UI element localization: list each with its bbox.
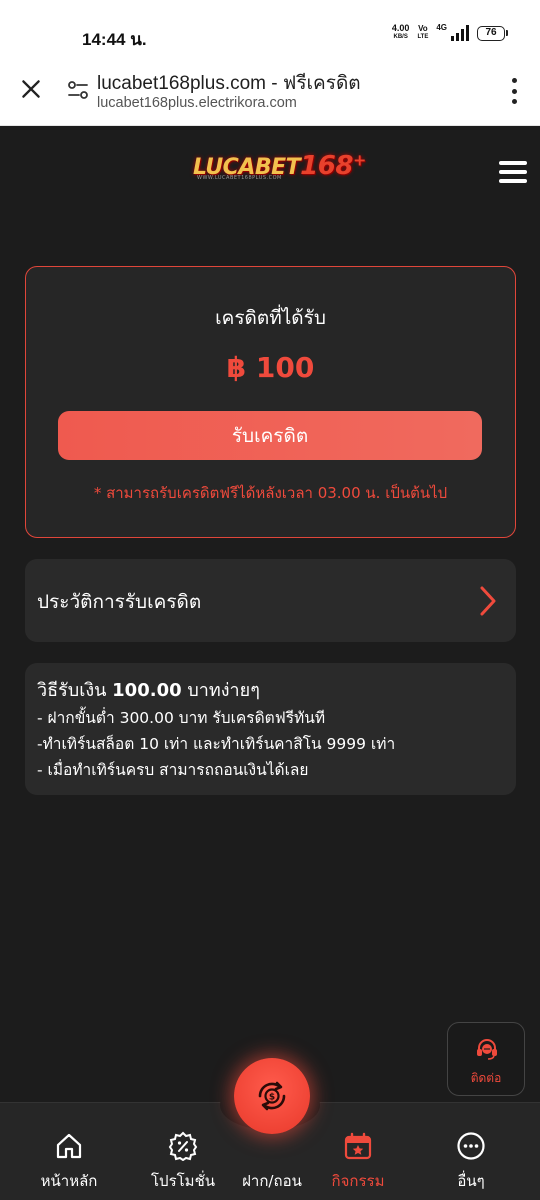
contact-label: ติดต่อ: [470, 1071, 502, 1085]
credit-history-label: ประวัติการรับเครดิต: [37, 591, 202, 613]
how-to-info: วิธีรับเงิน 100.00 บาทง่ายๆ - ฝากขั้นต่ำ…: [25, 663, 516, 795]
promotion-icon: [168, 1131, 198, 1161]
info-line: - เมื่อทำเทิร์นครบ สามารถถอนเงินได้เลย: [37, 761, 309, 779]
status-indicators: 4.00 KB/S Vo LTE 4G 76: [391, 22, 508, 42]
nav-more[interactable]: อื่นๆ: [421, 1103, 521, 1200]
home-icon: [56, 1133, 82, 1159]
deposit-withdraw-icon: $: [258, 1081, 286, 1111]
info-title: วิธีรับเงิน 100.00 บาทง่ายๆ: [37, 680, 260, 701]
page-url[interactable]: lucabet168plus.electrikora.com: [97, 95, 297, 111]
info-line: - ฝากขั้นต่ำ 300.00 บาท รับเครดิตฟรีทันท…: [37, 709, 326, 727]
nav-promotion[interactable]: โปรโมชั่น: [133, 1103, 233, 1200]
credit-note: * สามารถรับเครดิตฟรีได้หลังเวลา 03.00 น.…: [93, 484, 448, 502]
deposit-withdraw-button[interactable]: $: [234, 1058, 310, 1134]
network-type: 4G: [436, 22, 447, 32]
nav-activity[interactable]: กิจกรรม: [308, 1103, 408, 1200]
status-time: 14:44 น.: [82, 30, 147, 49]
claim-credit-button[interactable]: รับเครดิต: [58, 411, 482, 460]
close-icon[interactable]: [18, 76, 44, 102]
site-settings-icon[interactable]: [66, 78, 90, 102]
status-bar: 14:44 น. 4.00 KB/S Vo LTE 4G 76: [0, 0, 540, 60]
credit-amount: ฿ 100: [226, 351, 315, 384]
contact-button[interactable]: ติดต่อ: [447, 1022, 525, 1096]
info-line: -ทำเทิร์นสล็อต 10 เท่า และทำเทิร์นคาสิโน…: [37, 735, 396, 753]
page-title[interactable]: lucabet168plus.com - ฟรีเครดิต: [97, 68, 361, 98]
credit-history-row[interactable]: ประวัติการรับเครดิต: [25, 559, 516, 642]
hamburger-menu-icon[interactable]: [499, 161, 527, 183]
chevron-right-icon: [480, 586, 496, 616]
more-icon: [457, 1132, 485, 1160]
nav-home[interactable]: หน้าหลัก: [19, 1103, 119, 1200]
svg-text:$: $: [269, 1093, 275, 1103]
lucabet-logo[interactable]: LUCABET168+ WWW.LUCABET168PLUS.COM: [193, 151, 366, 187]
volte-indicator: Vo LTE: [417, 24, 429, 41]
credit-label: เครดิตที่ได้รับ: [215, 307, 326, 329]
signal-icon: [451, 25, 469, 41]
site-header: LUCABET168+ WWW.LUCABET168PLUS.COM: [0, 127, 540, 227]
network-speed: 4.00 KB/S: [391, 23, 410, 41]
calendar-star-icon: [344, 1132, 372, 1160]
headset-icon: [477, 1039, 497, 1060]
browser-toolbar: lucabet168plus.com - ฟรีเครดิต lucabet16…: [0, 60, 540, 126]
credit-card: เครดิตที่ได้รับ ฿ 100 รับเครดิต * สามารถ…: [25, 266, 516, 538]
more-options-icon[interactable]: [510, 78, 518, 104]
battery-icon: 76: [477, 25, 508, 41]
